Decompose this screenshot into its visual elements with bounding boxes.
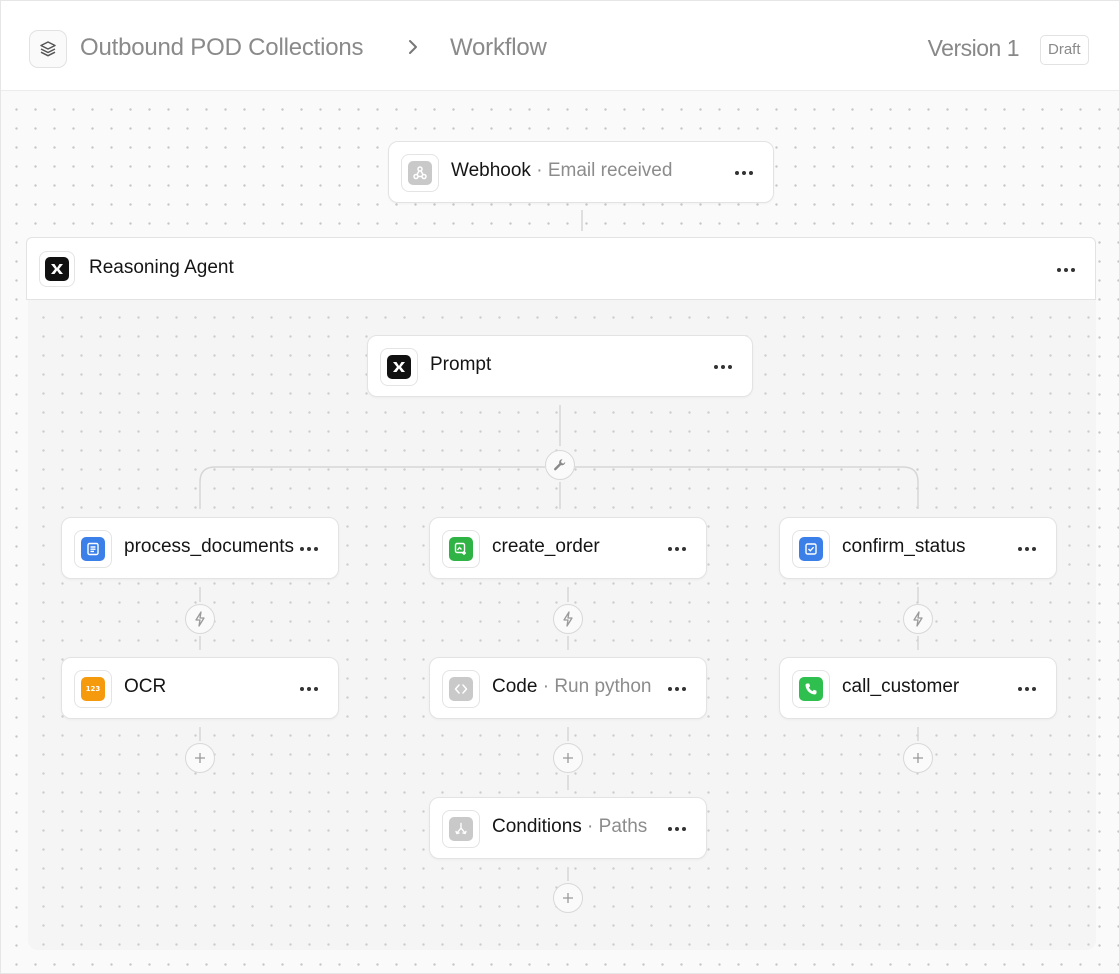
webhook-icon: [401, 154, 439, 192]
code-subtitle: Run python: [554, 676, 652, 697]
lightning-icon[interactable]: [185, 604, 215, 634]
wrench-icon[interactable]: [545, 450, 575, 480]
lightning-icon[interactable]: [903, 604, 933, 634]
webhook-subtitle: Email received: [547, 160, 673, 181]
ocr-title: OCR: [124, 676, 167, 697]
more-options-icon[interactable]: [668, 547, 686, 551]
create-order-title: create_order: [492, 536, 600, 557]
confirm-status-title: confirm_status: [842, 536, 966, 557]
add-step-icon[interactable]: [553, 743, 583, 773]
process-documents-title: process_documents: [124, 536, 295, 557]
version-label[interactable]: Version 1: [928, 35, 1020, 62]
code-icon: [442, 670, 480, 708]
header-bar: Outbound POD Collections Workflow Versio…: [1, 1, 1119, 91]
call-customer-title: call_customer: [842, 676, 960, 697]
webhook-node[interactable]: Webhook · Email received: [388, 141, 774, 203]
conditions-node[interactable]: Conditions · Paths: [429, 797, 707, 859]
prompt-node[interactable]: Prompt: [367, 335, 753, 397]
webhook-title: Webhook: [451, 160, 531, 181]
process-documents-node[interactable]: process_documents: [61, 517, 339, 579]
call-customer-node[interactable]: call_customer: [779, 657, 1057, 719]
add-step-icon[interactable]: [185, 743, 215, 773]
more-options-icon[interactable]: [668, 827, 686, 831]
add-step-icon[interactable]: [903, 743, 933, 773]
reasoning-agent-header[interactable]: Reasoning Agent: [26, 237, 1096, 300]
more-options-icon[interactable]: [300, 687, 318, 691]
add-image-icon: [442, 530, 480, 568]
branch-icon: [442, 810, 480, 848]
document-icon: [74, 530, 112, 568]
create-order-node[interactable]: create_order: [429, 517, 707, 579]
phone-icon: [792, 670, 830, 708]
ocr-node[interactable]: 123 OCR: [61, 657, 339, 719]
breadcrumb-project[interactable]: Outbound POD Collections: [80, 34, 364, 62]
breadcrumb-workflow[interactable]: Workflow: [450, 34, 547, 62]
layers-icon[interactable]: [29, 30, 67, 68]
more-options-icon[interactable]: [1057, 268, 1075, 272]
more-options-icon[interactable]: [668, 687, 686, 691]
prompt-title: Prompt: [430, 354, 492, 375]
more-options-icon[interactable]: [1018, 687, 1036, 691]
add-step-icon[interactable]: [553, 883, 583, 913]
more-options-icon[interactable]: [1018, 547, 1036, 551]
status-badge: Draft: [1040, 35, 1089, 65]
code-title: Code: [492, 676, 538, 697]
conditions-subtitle: Paths: [598, 816, 648, 837]
chevron-right-icon: [406, 38, 420, 61]
ocr-chip-text: 123: [85, 685, 101, 693]
confirm-status-node[interactable]: confirm_status: [779, 517, 1057, 579]
agent-logo-icon: [39, 251, 75, 287]
lightning-icon[interactable]: [553, 604, 583, 634]
conditions-title: Conditions: [492, 816, 582, 837]
code-node[interactable]: Code · Run python: [429, 657, 707, 719]
more-options-icon[interactable]: [714, 365, 732, 369]
agent-logo-icon: [380, 348, 418, 386]
ocr-123-icon: 123: [74, 670, 112, 708]
more-options-icon[interactable]: [735, 171, 753, 175]
checkbox-icon: [792, 530, 830, 568]
more-options-icon[interactable]: [300, 547, 318, 551]
agent-title: Reasoning Agent: [89, 257, 234, 278]
